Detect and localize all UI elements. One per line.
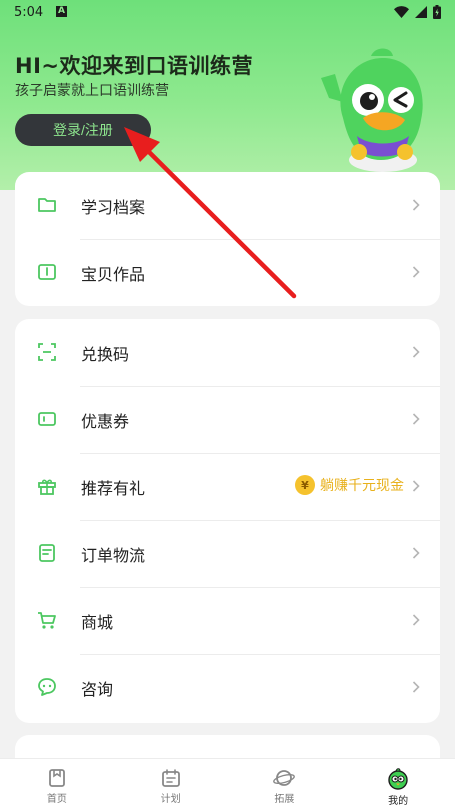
status-icons xyxy=(394,5,441,19)
menu-item-label: 学习档案 xyxy=(81,197,146,217)
referral-promo[interactable]: ¥ 躺赚千元现金 xyxy=(295,475,404,495)
tab-home[interactable]: 首页 xyxy=(0,759,114,811)
calendar-icon xyxy=(161,769,180,787)
promo-text: 躺赚千元现金 xyxy=(320,478,404,494)
tab-label: 计划 xyxy=(160,794,181,805)
menu-item-label: 宝贝作品 xyxy=(81,264,146,284)
notification-icon: A xyxy=(56,6,67,17)
signal-icon xyxy=(415,6,427,18)
wifi-icon xyxy=(394,6,409,18)
tab-label: 拓展 xyxy=(274,794,295,805)
chevron-right-icon xyxy=(412,614,420,626)
chat-icon xyxy=(38,678,56,696)
menu-item-label: 咨询 xyxy=(81,679,114,699)
tab-plan[interactable]: 计划 xyxy=(114,759,228,811)
book-icon xyxy=(38,264,56,280)
tab-mine[interactable]: 我的 xyxy=(341,759,455,811)
tab-label: 首页 xyxy=(46,794,67,805)
menu-item-learning-records[interactable]: 学习档案 xyxy=(15,172,440,239)
scan-code-icon xyxy=(38,343,56,361)
chevron-right-icon xyxy=(412,413,420,425)
chevron-right-icon xyxy=(412,681,420,693)
coin-icon: ¥ xyxy=(295,475,315,495)
chevron-right-icon xyxy=(412,346,420,358)
chevron-right-icon xyxy=(412,547,420,559)
page-subtitle: 孩子启蒙就上口语训练营 xyxy=(15,83,169,99)
tab-label: 我的 xyxy=(388,796,409,807)
mascot-illustration xyxy=(321,48,423,172)
planet-icon xyxy=(273,770,296,786)
menu-item-mall[interactable]: 商城 xyxy=(15,587,440,654)
tab-explore[interactable]: 拓展 xyxy=(228,759,342,811)
home-icon xyxy=(48,769,65,787)
menu-item-coupons[interactable]: 优惠券 xyxy=(15,386,440,453)
menu-item-redeem-code[interactable]: 兑换码 xyxy=(15,319,440,386)
chevron-right-icon xyxy=(412,266,420,278)
menu-item-label: 商城 xyxy=(81,612,114,632)
menu-item-referral[interactable]: 推荐有礼 ¥ 躺赚千元现金 xyxy=(15,453,440,520)
menu-item-orders[interactable]: 订单物流 xyxy=(15,520,440,587)
login-register-button[interactable]: 登录/注册 xyxy=(15,114,151,146)
status-time: 5:04 xyxy=(14,5,44,20)
gift-icon xyxy=(38,479,56,495)
menu-item-label: 订单物流 xyxy=(81,545,146,565)
menu-item-label: 优惠券 xyxy=(81,411,130,431)
battery-icon xyxy=(433,5,441,19)
menu-card-services: 兑换码 优惠券 推荐有礼 ¥ 躺赚千元现金 订单物流 商城 咨询 xyxy=(15,319,440,723)
coupon-icon xyxy=(38,412,56,426)
menu-item-consult[interactable]: 咨询 xyxy=(15,654,440,721)
status-bar: 5:04 A xyxy=(0,0,455,26)
page-title: HI~欢迎来到口语训练营 xyxy=(15,54,253,78)
order-icon xyxy=(39,544,55,562)
menu-item-label: 兑换码 xyxy=(81,344,130,364)
menu-card-records: 学习档案 宝贝作品 xyxy=(15,172,440,306)
chevron-right-icon xyxy=(412,480,420,492)
menu-item-baby-works[interactable]: 宝贝作品 xyxy=(15,239,440,306)
chevron-right-icon xyxy=(412,199,420,211)
menu-item-label: 推荐有礼 xyxy=(81,478,146,498)
folder-icon xyxy=(38,198,56,212)
mascot-profile-icon xyxy=(388,768,408,790)
bottom-tab-bar: 首页 计划 拓展 我的 xyxy=(0,758,455,811)
cart-icon xyxy=(38,612,56,629)
